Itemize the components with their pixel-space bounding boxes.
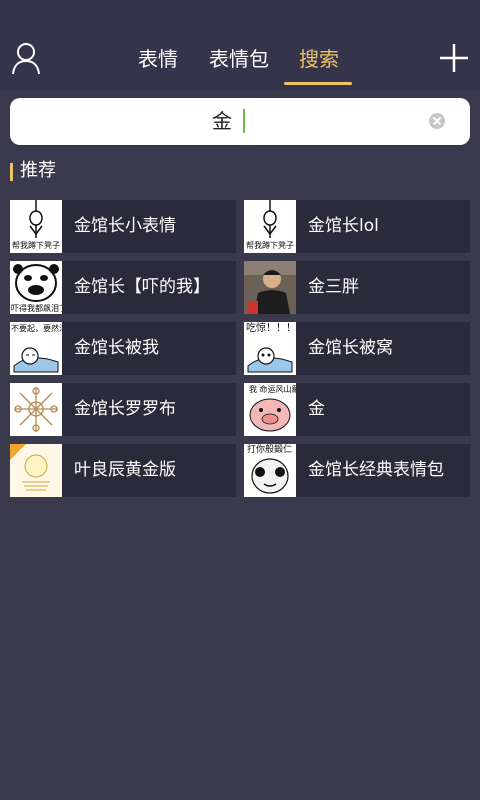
result-item[interactable]: 帮我蹲下凳子 金馆长小表情 (10, 200, 236, 253)
result-label: 金馆长被我 (74, 338, 159, 358)
user-icon (8, 43, 44, 82)
profile-button[interactable] (8, 38, 44, 78)
result-item[interactable]: 打你般鍛仁 金馆长经典表情包 (244, 444, 470, 497)
thumb-caption: 帮我蹲下凳子 (12, 241, 60, 250)
result-item[interactable]: 吃惊！！！ 金馆长被窝 (244, 322, 470, 375)
tab-bar: 表情 表情包 搜索 (120, 30, 370, 90)
text-caret (243, 109, 245, 133)
result-label: 金馆长lol (308, 216, 379, 236)
result-label: 金三胖 (308, 277, 359, 297)
sticker-thumbnail: 帮我蹲下凳子 (10, 200, 62, 253)
sticker-thumbnail: 吓得我都飙泪了 (10, 261, 62, 314)
sticker-thumbnail (244, 261, 296, 314)
section-title: 推荐 (20, 160, 56, 181)
result-item[interactable]: 我 命运风山羅 金 (244, 383, 470, 436)
result-item[interactable]: 不要起，要然活结我 金馆长被我 (10, 322, 236, 375)
add-button[interactable] (436, 38, 472, 78)
result-label: 金馆长小表情 (74, 216, 176, 236)
thumb-caption: 吃惊！！！ (246, 323, 296, 334)
result-item[interactable]: 帮我蹲下凳子 金馆长lol (244, 200, 470, 253)
result-item[interactable]: 叶良辰黄金版 (10, 444, 236, 497)
search-field[interactable]: 金 (10, 98, 470, 145)
thumb-caption: 吓得我都飙泪了 (11, 304, 62, 313)
tab-search[interactable]: 搜索 (286, 44, 352, 74)
sticker-thumbnail: 不要起，要然活结我 (10, 322, 62, 375)
search-input[interactable]: 金 (212, 107, 232, 135)
section-accent-bar (10, 163, 13, 181)
result-item[interactable]: 吓得我都飙泪了 金馆长【吓的我】 (10, 261, 236, 314)
sticker-thumbnail: 打你般鍛仁 (244, 444, 296, 497)
sticker-thumbnail (10, 444, 62, 497)
clear-icon[interactable] (428, 112, 446, 130)
plus-icon (436, 44, 472, 82)
result-label: 金馆长罗罗布 (74, 399, 176, 419)
status-bar (0, 0, 480, 30)
result-label: 叶良辰黄金版 (74, 460, 176, 480)
tab-stickers[interactable]: 表情 (130, 44, 186, 74)
result-label: 金馆长【吓的我】 (74, 277, 210, 297)
result-label: 金馆长经典表情包 (308, 460, 444, 480)
result-label: 金 (308, 399, 325, 419)
thumb-caption: 打你般鍛仁 (247, 445, 293, 455)
thumb-caption: 我 命运风山羅 (249, 385, 296, 394)
result-label: 金馆长被窝 (308, 338, 393, 358)
top-bar: 表情 表情包 搜索 (0, 30, 480, 90)
thumb-caption: 不要起，要然活结我 (11, 324, 62, 333)
tab-sticker-packs[interactable]: 表情包 (202, 44, 276, 74)
sticker-thumbnail (10, 383, 62, 436)
sticker-thumbnail: 我 命运风山羅 (244, 383, 296, 436)
active-tab-indicator (284, 82, 352, 85)
result-item[interactable]: 金三胖 (244, 261, 470, 314)
thumb-caption: 帮我蹲下凳子 (246, 241, 294, 250)
sticker-thumbnail: 帮我蹲下凳子 (244, 200, 296, 253)
result-item[interactable]: 金馆长罗罗布 (10, 383, 236, 436)
sticker-thumbnail: 吃惊！！！ (244, 322, 296, 375)
